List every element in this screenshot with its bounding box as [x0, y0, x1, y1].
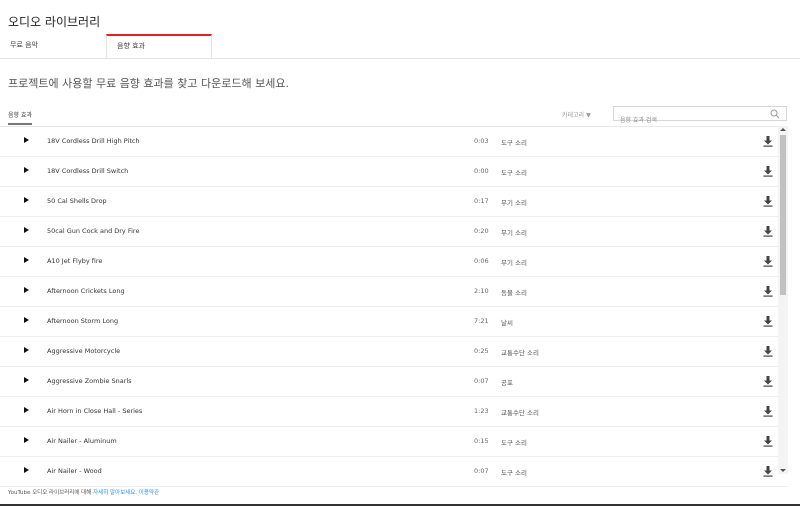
list-item[interactable]: Air Horn in Close Hall - Series 1:23 교통수단 … — [0, 397, 788, 427]
track-category: 교통수단 소리 — [501, 409, 539, 417]
download-icon[interactable] — [762, 195, 774, 207]
list-item[interactable]: 50 Cal Shells Drop 0:17 무기 소리 — [0, 187, 788, 217]
list-item[interactable]: Air Nailer - Aluminum 0:15 도구 소리 — [0, 427, 788, 457]
footer: YouTube 오디오 라이브러리에 대해 자세히 알아보세요. 이용약관 — [8, 488, 159, 496]
scrollbar-thumb[interactable] — [780, 135, 786, 295]
play-icon[interactable] — [24, 437, 29, 443]
caret-down-icon: ▼ — [586, 112, 591, 119]
search-box — [613, 106, 787, 127]
download-icon[interactable] — [762, 375, 774, 387]
category-dropdown-label: 카테고리 — [562, 112, 585, 119]
play-icon[interactable] — [24, 257, 29, 263]
download-icon[interactable] — [762, 285, 774, 297]
page-title: 오디오 라이브러리 — [8, 15, 101, 29]
play-icon[interactable] — [24, 317, 29, 323]
track-name: Air Nailer - Aluminum — [47, 437, 117, 445]
play-icon[interactable] — [24, 197, 29, 203]
track-duration: 0:06 — [474, 257, 489, 265]
track-name: Afternoon Crickets Long — [47, 287, 125, 295]
track-category: 도구 소리 — [501, 439, 527, 447]
track-name: 50 Cal Shells Drop — [47, 197, 107, 205]
list-item[interactable]: 18V Cordless Drill High Pitch 0:03 도구 소리 — [0, 127, 788, 157]
play-icon[interactable] — [24, 227, 29, 233]
category-dropdown[interactable]: 카테고리 ▼ — [562, 110, 591, 119]
track-name: A10 Jet Flyby fire — [47, 257, 103, 265]
track-duration: 0:25 — [474, 347, 489, 355]
list-item[interactable]: Aggressive Zombie Snarls 0:07 공포 — [0, 367, 788, 397]
scroll-down-arrow-icon[interactable] — [780, 469, 786, 472]
play-icon[interactable] — [24, 467, 29, 473]
page-subtitle: 프로젝트에 사용할 무료 음향 효과를 찾고 다운로드해 보세요. — [8, 77, 289, 90]
play-icon[interactable] — [24, 407, 29, 413]
track-category: 날씨 — [501, 319, 513, 327]
download-icon[interactable] — [762, 465, 774, 477]
play-icon[interactable] — [24, 347, 29, 353]
scroll-up-arrow-icon[interactable] — [780, 128, 786, 131]
track-name: Aggressive Zombie Snarls — [47, 377, 132, 385]
track-name: Air Horn in Close Hall - Series — [47, 407, 143, 415]
search-icon[interactable] — [770, 109, 780, 119]
track-duration: 2:10 — [474, 287, 489, 295]
download-icon[interactable] — [762, 405, 774, 417]
play-icon[interactable] — [24, 377, 29, 383]
track-duration: 7:21 — [474, 317, 489, 325]
track-duration: 1:23 — [474, 407, 489, 415]
list-item[interactable]: 18V Cordless Drill Switch 0:00 도구 소리 — [0, 157, 788, 187]
track-name: 18V Cordless Drill High Pitch — [47, 137, 140, 145]
track-category: 공포 — [501, 379, 513, 387]
list-item[interactable]: Aggressive Motorcycle 0:25 교통수단 소리 — [0, 337, 788, 367]
track-category: 무기 소리 — [501, 259, 527, 267]
track-category: 무기 소리 — [501, 229, 527, 237]
download-icon[interactable] — [762, 315, 774, 327]
download-icon[interactable] — [762, 255, 774, 267]
learn-more-link[interactable]: 자세히 알아보세요 — [93, 490, 135, 496]
footer-text: YouTube 오디오 라이브러리에 대해 — [8, 490, 94, 496]
play-icon[interactable] — [24, 137, 29, 143]
scrollbar[interactable] — [778, 126, 788, 474]
play-icon[interactable] — [24, 287, 29, 293]
track-category: 도구 소리 — [501, 169, 527, 177]
track-duration: 0:07 — [474, 377, 489, 385]
track-duration: 0:15 — [474, 437, 489, 445]
track-category: 교통수단 소리 — [501, 349, 539, 357]
list-item[interactable]: Afternoon Storm Long 7:21 날씨 — [0, 307, 788, 337]
list-item[interactable]: Afternoon Crickets Long 2:10 동물 소리 — [0, 277, 788, 307]
track-duration: 0:17 — [474, 197, 489, 205]
track-name: 18V Cordless Drill Switch — [47, 167, 129, 175]
list-item[interactable]: Air Nailer - Wood 0:07 도구 소리 — [0, 457, 788, 487]
download-icon[interactable] — [762, 345, 774, 357]
track-category: 도구 소리 — [501, 139, 527, 147]
track-category: 무기 소리 — [501, 199, 527, 207]
track-name: Aggressive Motorcycle — [47, 347, 121, 355]
list-item[interactable]: A10 Jet Flyby fire 0:06 무기 소리 — [0, 247, 788, 277]
track-category: 동물 소리 — [501, 289, 527, 297]
track-category: 도구 소리 — [501, 469, 527, 477]
filter-tab-sound-effects[interactable]: 음향 효과 — [8, 110, 32, 125]
download-icon[interactable] — [762, 435, 774, 447]
track-duration: 0:00 — [474, 167, 489, 175]
tab-free-music[interactable]: 무료 음악 — [0, 34, 106, 57]
tab-sound-effects[interactable]: 음향 효과 — [106, 34, 212, 58]
track-name: Afternoon Storm Long — [47, 317, 119, 325]
track-duration: 0:03 — [474, 137, 489, 145]
terms-link[interactable]: 이용약관 — [139, 490, 159, 496]
filter-bar: 음향 효과 카테고리 ▼ — [0, 106, 800, 127]
download-icon[interactable] — [762, 225, 774, 237]
track-name: 50cal Gun Cock and Dry Fire — [47, 227, 140, 235]
sound-effects-list: 18V Cordless Drill High Pitch 0:03 도구 소리 18… — [0, 126, 788, 487]
play-icon[interactable] — [24, 167, 29, 173]
track-duration: 0:07 — [474, 467, 489, 475]
library-tabs: 무료 음악 음향 효과 — [0, 34, 800, 59]
download-icon[interactable] — [762, 135, 774, 147]
track-name: Air Nailer - Wood — [47, 467, 102, 475]
track-duration: 0:20 — [474, 227, 489, 235]
download-icon[interactable] — [762, 165, 774, 177]
list-item[interactable]: 50cal Gun Cock and Dry Fire 0:20 무기 소리 — [0, 217, 788, 247]
